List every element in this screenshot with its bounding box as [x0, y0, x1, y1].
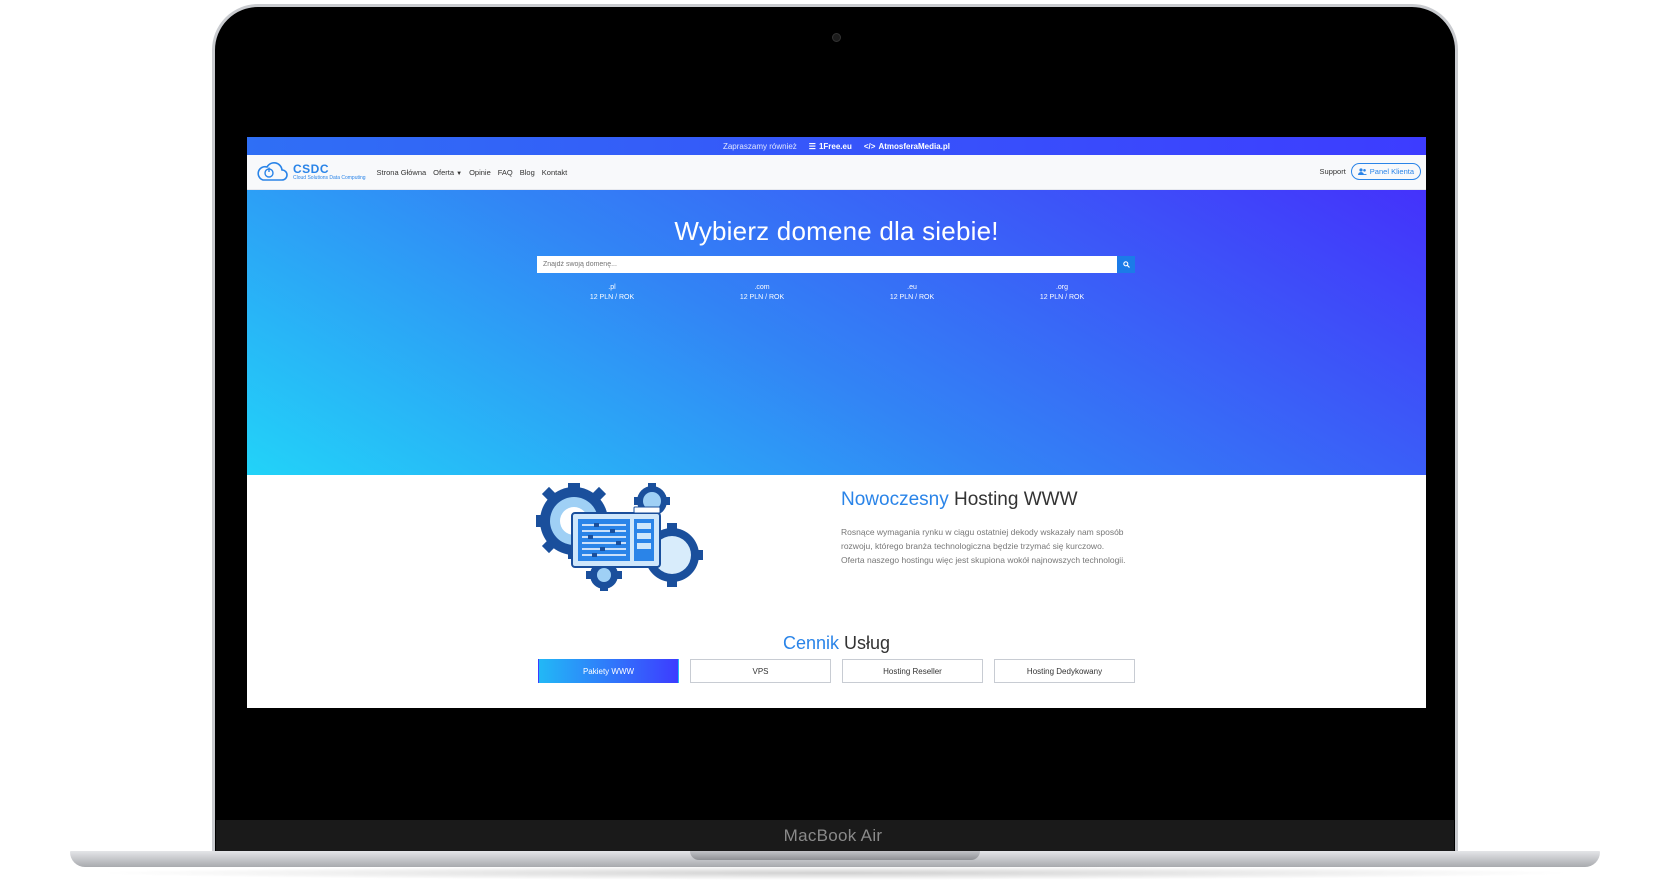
- screen: Zapraszamy również ☰ 1Free.eu </> Atmosf…: [247, 137, 1426, 708]
- gears-illustration: [536, 483, 703, 591]
- tld-price: 12 PLN / ROK: [889, 294, 935, 301]
- search-icon: [1122, 261, 1130, 268]
- tld-item[interactable]: .org 12 PLN / ROK: [987, 283, 1137, 303]
- hero-title: Wybierz domene dla siebie!: [674, 216, 999, 246]
- tld-price: 12 PLN / ROK: [1039, 294, 1085, 301]
- chevron-down-icon: ▼: [456, 170, 463, 177]
- logo[interactable]: CSDC Cloud Solutions Data Computing: [255, 161, 366, 183]
- tab-hosting-reseller[interactable]: Hosting Reseller: [842, 659, 983, 683]
- promo-text: Zapraszamy również: [722, 141, 797, 151]
- cloud-power-icon: [257, 162, 288, 181]
- nav-links: Strona Główna Oferta ▼ Opinie FAQ Blog K…: [377, 168, 568, 177]
- logo-title: CSDC: [293, 161, 330, 176]
- nav-oferta-label: Oferta: [433, 167, 455, 177]
- tld-price: 12 PLN / ROK: [739, 294, 785, 301]
- laptop-notch: [690, 851, 980, 860]
- feature-title: Nowoczesny Hosting WWW: [841, 489, 1078, 511]
- promo-bar: Zapraszamy również ☰ 1Free.eu </> Atmosf…: [247, 137, 1426, 155]
- users-icon: [1357, 168, 1367, 175]
- pricing-title-accent: Cennik: [782, 633, 839, 653]
- tld-item[interactable]: .pl 12 PLN / ROK: [537, 283, 687, 303]
- tld-item[interactable]: .eu 12 PLN / ROK: [837, 283, 987, 303]
- tld-ext: .com: [754, 284, 770, 291]
- pricing-tabs: Pakiety WWW VPS Hosting Reseller Hosting…: [538, 659, 1135, 683]
- hero: Wybierz domene dla siebie! .pl 12 PLN / R…: [247, 190, 1426, 475]
- tab-vps[interactable]: VPS: [690, 659, 831, 683]
- promo-link-label: AtmosferaMedia.pl: [878, 141, 951, 151]
- nav-oferta-dropdown[interactable]: Oferta ▼: [433, 168, 462, 177]
- tld-ext: .pl: [608, 284, 616, 291]
- feature-title-accent: Nowoczesny: [841, 489, 949, 510]
- nav-kontakt[interactable]: Kontakt: [542, 168, 567, 177]
- nav-faq[interactable]: FAQ: [498, 168, 513, 177]
- domain-search-input[interactable]: [537, 256, 1117, 273]
- feature-description: Rosnące wymagania rynku w ciągu ostatnie…: [841, 527, 1126, 565]
- menu-icon: ☰: [808, 141, 816, 151]
- tab-pakiety-www[interactable]: Pakiety WWW: [538, 659, 679, 683]
- tld-list: .pl 12 PLN / ROK .com 12 PLN / ROK .eu 12 P…: [537, 283, 1137, 303]
- pricing-title: Cennik Usług: [247, 633, 1426, 654]
- nav-blog[interactable]: Blog: [520, 168, 535, 177]
- tld-item[interactable]: .com 12 PLN / ROK: [687, 283, 837, 303]
- code-icon: </>: [863, 141, 876, 151]
- promo-link-1free[interactable]: ☰ 1Free.eu: [809, 142, 852, 151]
- tld-ext: .org: [1055, 284, 1069, 291]
- support-link[interactable]: Support: [1320, 167, 1346, 176]
- feature-title-rest: Hosting WWW: [948, 489, 1078, 510]
- nav-home[interactable]: Strona Główna: [377, 168, 427, 177]
- nav-right: Support Panel Klienta: [1320, 163, 1421, 180]
- logo-subtitle: Cloud Solutions Data Computing: [293, 174, 366, 181]
- tld-ext: .eu: [907, 284, 917, 291]
- tab-hosting-dedykowany[interactable]: Hosting Dedykowany: [994, 659, 1135, 683]
- pricing-title-rest: Usług: [839, 633, 891, 653]
- client-panel-button[interactable]: Panel Klienta: [1350, 163, 1421, 180]
- tld-price: 12 PLN / ROK: [589, 294, 635, 301]
- promo-link-label: 1Free.eu: [818, 141, 852, 151]
- promo-link-atmosfera[interactable]: </> AtmosferaMedia.pl: [864, 142, 950, 151]
- camera-icon: [832, 33, 841, 42]
- domain-search: [537, 256, 1135, 273]
- navbar: CSDC Cloud Solutions Data Computing Stro…: [247, 155, 1426, 190]
- laptop-shadow: [90, 866, 1580, 880]
- search-button[interactable]: [1117, 256, 1135, 273]
- nav-opinie[interactable]: Opinie: [469, 168, 491, 177]
- hosting-feature: Nowoczesny Hosting WWW Rosnące wymagania…: [247, 475, 1426, 615]
- client-panel-label: Panel Klienta: [1369, 167, 1414, 176]
- device-label: MacBook Air: [783, 826, 883, 845]
